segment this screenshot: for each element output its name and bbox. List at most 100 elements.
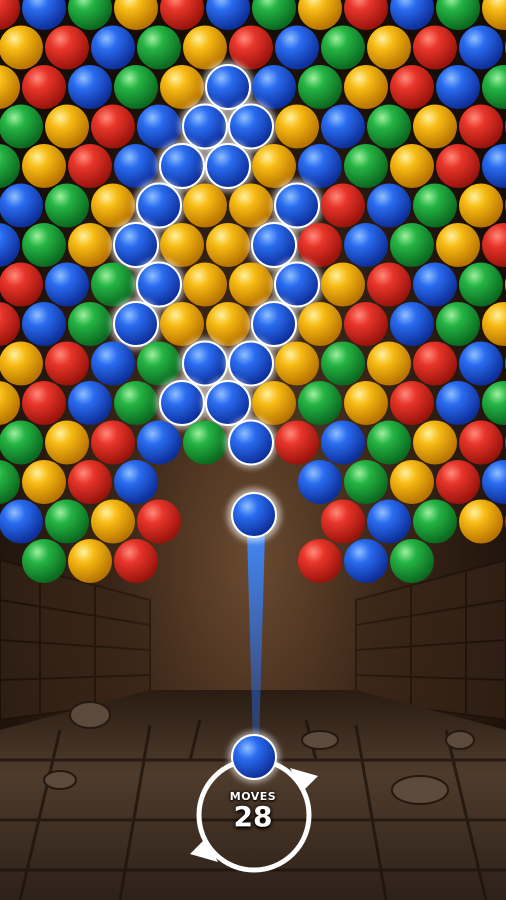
bubble-yellow (0, 341, 43, 386)
moves-count: 28 (233, 800, 273, 833)
bubble-yellow (413, 104, 457, 149)
bubble-green (344, 144, 388, 188)
bubble-green (321, 341, 365, 386)
bubble-blue (275, 25, 319, 70)
bubble-blue (367, 499, 411, 544)
bubble-blue (298, 460, 342, 504)
aim-target-bubble (227, 488, 281, 542)
bubble-yellow (390, 144, 434, 188)
bubble-blue (321, 420, 365, 465)
bubble-red (22, 65, 66, 109)
bubble-green (298, 381, 342, 425)
bubble-yellow (22, 144, 66, 188)
bubble-red (344, 302, 388, 346)
bubble-blue (367, 183, 411, 228)
bubble-green (298, 65, 342, 109)
bubble-green (22, 539, 66, 583)
bubble-yellow (45, 420, 89, 465)
bubble-green (114, 65, 158, 109)
bubble-green (22, 223, 66, 267)
bubble-blue (228, 419, 274, 466)
bubble-yellow (275, 341, 319, 386)
bubble-green (459, 262, 503, 307)
bubble-blue (0, 183, 43, 228)
bubble-yellow (321, 262, 365, 307)
bubble-blue (459, 341, 503, 386)
bubble-blue (68, 381, 112, 425)
bubble-yellow (459, 499, 503, 544)
bubble-yellow (275, 104, 319, 149)
bubble-yellow (367, 341, 411, 386)
bubble-green (367, 420, 411, 465)
bubble-yellow (45, 104, 89, 149)
bubble-red (0, 262, 43, 307)
bubble-blue (413, 262, 457, 307)
bubble-yellow (183, 262, 227, 307)
bubble-green (413, 183, 457, 228)
current-bubble[interactable] (231, 734, 277, 780)
bubble-yellow (0, 25, 43, 70)
bubble-red (321, 499, 365, 544)
bubble-blue (0, 499, 43, 544)
bubble-blue (114, 460, 158, 504)
bubble-yellow (459, 183, 503, 228)
bubble-yellow (344, 381, 388, 425)
bubble-green (0, 104, 43, 149)
bubble-red (390, 65, 434, 109)
bubble-yellow (206, 223, 250, 267)
bubble-green (413, 499, 457, 544)
bubble-blue (390, 302, 434, 346)
bubble-green (344, 460, 388, 504)
bubble-green (45, 183, 89, 228)
bubble-red (321, 183, 365, 228)
bubble-blue (436, 65, 480, 109)
bubble-red (390, 381, 434, 425)
bubble-green (183, 420, 227, 465)
bubble-red (436, 460, 480, 504)
bubble-yellow (436, 223, 480, 267)
bubble-green (321, 25, 365, 70)
bubble-yellow (22, 460, 66, 504)
bubble-blue (45, 262, 89, 307)
bubble-blue (159, 380, 205, 426)
bubble-red (367, 262, 411, 307)
bubble-red (68, 144, 112, 188)
bubble-yellow (183, 183, 227, 228)
bubble-yellow (298, 302, 342, 346)
bubble-green (390, 223, 434, 267)
bubble-red (22, 381, 66, 425)
bubble-yellow (413, 420, 457, 465)
bubble-blue (137, 420, 181, 465)
bubble-red (413, 25, 457, 70)
game-scene[interactable] (0, 0, 506, 900)
bubble-green (0, 420, 43, 465)
bubble-yellow (68, 223, 112, 267)
bubble-green (45, 499, 89, 544)
bubble-red (298, 539, 342, 583)
bubble-blue (344, 223, 388, 267)
bubble-red (68, 460, 112, 504)
bubble-red (459, 420, 503, 465)
bubble-blue (205, 143, 251, 189)
bubble-green (114, 381, 158, 425)
bubble-green (390, 539, 434, 583)
bubble-blue (459, 25, 503, 70)
bubble-red (45, 25, 89, 70)
bubble-blue (436, 381, 480, 425)
bubble-green (436, 302, 480, 346)
bubble-red (45, 341, 89, 386)
bubble-blue (91, 25, 135, 70)
bubble-yellow (344, 65, 388, 109)
bubble-yellow (390, 460, 434, 504)
bubble-blue (68, 65, 112, 109)
bubble-green (68, 302, 112, 346)
bubble-red (114, 539, 158, 583)
bubble-red (137, 499, 181, 544)
bubble-blue (321, 104, 365, 149)
bubble-blue (22, 302, 66, 346)
bubble-red (91, 104, 135, 149)
bubble-red (459, 104, 503, 149)
bubble-blue (344, 539, 388, 583)
bubble-red (413, 341, 457, 386)
bubble-blue (91, 341, 135, 386)
